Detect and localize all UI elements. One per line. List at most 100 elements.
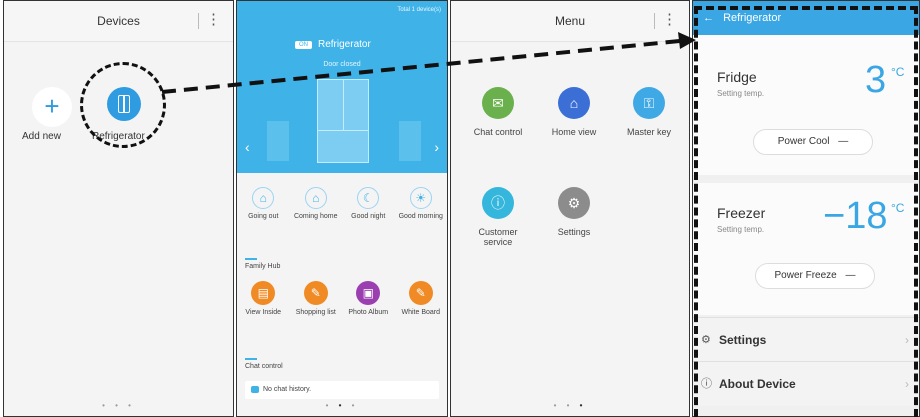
- hub-label: Shopping list: [295, 309, 336, 316]
- coming-home-icon: ⌂: [304, 187, 327, 209]
- sun-icon: ☀: [409, 187, 432, 209]
- door-status: Door closed: [323, 61, 361, 68]
- chevron-right-icon: ›: [905, 377, 909, 391]
- info-icon: ⓘ: [482, 187, 514, 219]
- menu-item-label: Master key: [626, 127, 671, 137]
- gear-icon: ⚙: [701, 334, 711, 346]
- devices-title: Devices: [97, 14, 140, 28]
- action-label: Coming home: [293, 213, 338, 220]
- next-device-image: [399, 121, 421, 161]
- prev-device-image: [267, 121, 289, 161]
- page-indicator: • • •: [102, 401, 135, 410]
- refrigerator-hero: Total 1 device(s) ON Refrigerator Door c…: [237, 1, 447, 173]
- next-arrow-icon[interactable]: ›: [434, 139, 439, 155]
- devices-screen: Devices ⋮ + Add new Refrigerator • • •: [3, 0, 234, 417]
- page-indicator: • • •: [325, 401, 359, 410]
- power-cool-label: Power Cool: [777, 136, 830, 147]
- menu-home-view[interactable]: ⌂ Home view: [539, 87, 609, 137]
- add-new-label: Add new: [22, 131, 61, 142]
- action-good-night[interactable]: ☾ Good night: [344, 187, 392, 220]
- fridge-temperature[interactable]: 3: [865, 59, 886, 102]
- freezer-setting-label: Setting temp.: [717, 225, 765, 234]
- hub-shopping-list[interactable]: ✎ Shopping list: [294, 281, 338, 316]
- power-freeze-button[interactable]: Power Freeze —: [755, 263, 875, 289]
- fridge-card: Fridge Setting temp. 3 °C Power Cool —: [693, 35, 919, 175]
- shopping-list-icon: ✎: [303, 281, 328, 305]
- menu-customer-service[interactable]: ⓘ Customer service: [463, 187, 533, 247]
- settings-icon: ⚙: [558, 187, 590, 219]
- photo-album-icon: ▣: [356, 281, 381, 305]
- power-tag: ON: [295, 40, 312, 49]
- menu-title: Menu: [554, 14, 586, 28]
- menu-settings[interactable]: ⚙ Settings: [539, 187, 609, 237]
- action-label: Going out: [248, 213, 279, 220]
- freezer-unit: °C: [891, 201, 905, 215]
- back-arrow-icon[interactable]: ←: [703, 12, 714, 24]
- menu-item-label: Customer service: [478, 227, 518, 247]
- chat-history-box[interactable]: No chat history.: [245, 381, 439, 399]
- chat-control-heading: Chat control: [245, 358, 283, 370]
- chat-empty-text: No chat history.: [263, 386, 312, 393]
- action-good-morning[interactable]: ☀ Good morning: [397, 187, 445, 220]
- header-divider: [198, 13, 199, 29]
- menu-item-label: Chat control: [473, 127, 523, 137]
- power-cool-toggle-icon: —: [838, 136, 849, 147]
- refrigerator-detail: ← Refrigerator Fridge Setting temp. 3 °C…: [692, 0, 920, 417]
- highlight-circle: [80, 62, 166, 148]
- chat-control-icon: ✉: [482, 87, 514, 119]
- white-board-icon: ✎: [408, 281, 433, 305]
- menu-screen: Menu ⋮ ✉ Chat control ⌂ Home view ⚿ Master …: [450, 0, 690, 417]
- hero-title-text: Refrigerator: [318, 39, 371, 50]
- devices-header: Devices ⋮: [4, 1, 233, 42]
- hub-white-board[interactable]: ✎ White Board: [399, 281, 443, 316]
- freezer-temperature[interactable]: −18: [823, 195, 887, 238]
- fridge-unit: °C: [891, 65, 905, 79]
- going-out-icon: ⌂: [252, 187, 275, 209]
- action-coming-home[interactable]: ⌂ Coming home: [292, 187, 340, 220]
- power-cool-button[interactable]: Power Cool —: [753, 129, 873, 155]
- hub-label: White Board: [401, 309, 441, 316]
- refrigerator-dashboard: Total 1 device(s) ON Refrigerator Door c…: [236, 0, 448, 417]
- menu-item-label: Settings: [557, 227, 591, 237]
- power-freeze-toggle-icon: —: [845, 270, 856, 281]
- header-divider: [654, 13, 655, 29]
- hub-view-inside[interactable]: ▤ View Inside: [241, 281, 285, 316]
- action-label: Good morning: [398, 213, 443, 220]
- hub-label: View Inside: [245, 309, 282, 316]
- page-indicator: • • •: [553, 401, 587, 410]
- moon-icon: ☾: [357, 187, 380, 209]
- add-device-button[interactable]: +: [32, 87, 72, 127]
- about-device-label: About Device: [719, 377, 796, 391]
- more-options-icon[interactable]: ⋮: [206, 12, 221, 28]
- detail-header: ← Refrigerator: [693, 1, 919, 35]
- freezer-name: Freezer: [717, 205, 766, 221]
- fridge-name: Fridge: [717, 69, 757, 85]
- family-hub-heading: Family Hub: [245, 258, 281, 270]
- family-hub-apps: ▤ View Inside ✎ Shopping list ▣ Photo Album…: [237, 281, 447, 316]
- freezer-card: Freezer Setting temp. −18 °C Power Freez…: [693, 183, 919, 315]
- home-view-icon: ⌂: [558, 87, 590, 119]
- action-going-out[interactable]: ⌂ Going out: [239, 187, 287, 220]
- info-icon: ⓘ: [701, 378, 712, 390]
- about-device-row[interactable]: ⓘ About Device ›: [693, 361, 919, 406]
- chevron-right-icon: ›: [905, 333, 909, 347]
- settings-label: Settings: [719, 333, 767, 347]
- hero-title: ON Refrigerator: [295, 39, 371, 50]
- more-options-icon[interactable]: ⋮: [662, 12, 677, 28]
- device-count: Total 1 device(s): [397, 7, 441, 13]
- settings-row[interactable]: ⚙ Settings ›: [693, 317, 919, 362]
- hub-label: Photo Album: [348, 309, 389, 316]
- action-label: Good night: [351, 213, 386, 220]
- hub-photo-album[interactable]: ▣ Photo Album: [346, 281, 390, 316]
- menu-item-label: Home view: [551, 127, 597, 137]
- fridge-setting-label: Setting temp.: [717, 89, 765, 98]
- mode-actions: ⌂ Going out ⌂ Coming home ☾ Good night ☀ Goo…: [237, 187, 447, 220]
- menu-master-key[interactable]: ⚿ Master key: [614, 87, 684, 137]
- master-key-icon: ⚿: [633, 87, 665, 119]
- menu-header: Menu ⋮: [451, 1, 689, 42]
- view-inside-icon: ▤: [251, 281, 276, 305]
- power-freeze-label: Power Freeze: [774, 270, 837, 281]
- prev-arrow-icon[interactable]: ‹: [245, 139, 250, 155]
- refrigerator-image: [317, 79, 369, 163]
- menu-chat-control[interactable]: ✉ Chat control: [463, 87, 533, 137]
